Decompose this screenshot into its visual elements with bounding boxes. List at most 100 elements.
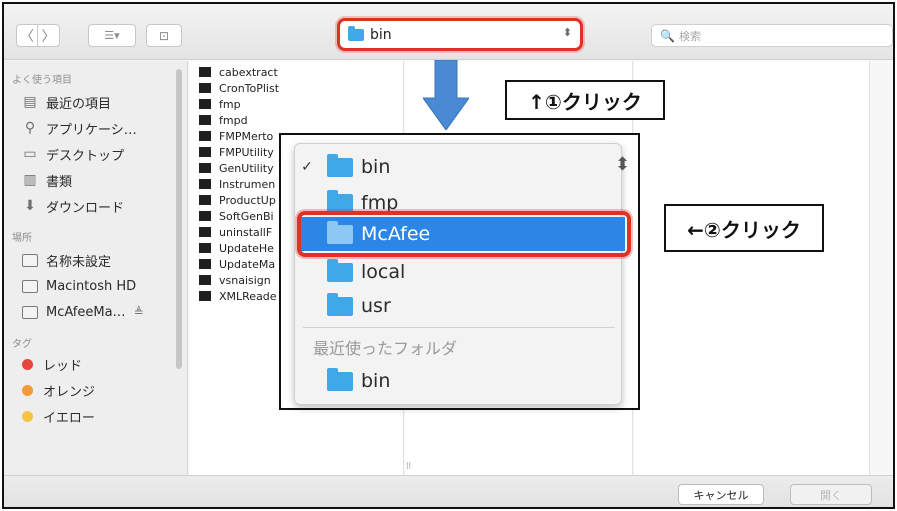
folder-icon bbox=[327, 367, 353, 391]
menu-item-local[interactable]: local bbox=[295, 255, 623, 289]
menu-item-label: usr bbox=[361, 295, 391, 317]
sidebar-item-label: 名称未設定 bbox=[46, 254, 112, 270]
executable-icon bbox=[199, 67, 211, 77]
sidebar-item-label: オレンジ bbox=[43, 384, 96, 400]
file-item[interactable]: Instrumen bbox=[199, 177, 275, 191]
search-placeholder: 検索 bbox=[678, 29, 701, 43]
executable-icon bbox=[199, 163, 211, 173]
file-item[interactable]: ProductUp bbox=[199, 193, 276, 207]
file-item[interactable]: XMLReade bbox=[199, 289, 277, 303]
executable-icon bbox=[199, 275, 211, 285]
highlight-ring bbox=[297, 211, 631, 257]
back-button[interactable]: 〈 bbox=[16, 24, 38, 47]
executable-icon bbox=[199, 195, 211, 205]
file-item[interactable]: cabextract bbox=[199, 65, 278, 79]
menu-separator bbox=[303, 327, 615, 328]
popup-callout-frame: ⬍ ✓ bin fmp McAfee local usr 最近使ったフォルダ b… bbox=[279, 133, 640, 410]
sidebar-item-downloads[interactable]: ⬇ ダウンロード bbox=[22, 195, 124, 217]
menu-item-recent-bin[interactable]: bin bbox=[295, 364, 623, 398]
search-icon: 🔍 bbox=[660, 28, 675, 43]
sidebar-item-applications[interactable]: ⚲ アプリケーシ… bbox=[22, 117, 137, 139]
new-folder-button[interactable]: ⊡ bbox=[146, 24, 182, 47]
empty-column bbox=[634, 61, 870, 475]
sidebar-section-favorites: よく使う項目 bbox=[12, 75, 72, 86]
file-item[interactable]: FMPMerto bbox=[199, 129, 273, 143]
sidebar-item-tag-red[interactable]: レッド bbox=[22, 353, 82, 375]
recent-folders-header: 最近使ったフォルダ bbox=[313, 339, 458, 358]
file-item[interactable]: CronToPlist bbox=[199, 81, 279, 95]
disk-icon bbox=[22, 305, 38, 319]
eject-icon[interactable]: ≜ bbox=[134, 305, 144, 319]
forward-button[interactable]: 〉 bbox=[38, 24, 60, 47]
executable-icon bbox=[199, 83, 211, 93]
desktop-icon: ▭ bbox=[23, 146, 37, 162]
file-item[interactable]: UpdateMa bbox=[199, 257, 275, 271]
menu-item-usr[interactable]: usr bbox=[295, 289, 623, 323]
tag-dot-icon bbox=[22, 384, 33, 396]
file-item[interactable]: fmp bbox=[199, 97, 241, 111]
applications-icon: ⚲ bbox=[24, 120, 36, 136]
column-view-icon: ☰▾ bbox=[104, 29, 120, 42]
executable-icon bbox=[199, 179, 211, 189]
annotation-step-1: ↑①クリック bbox=[505, 80, 665, 120]
checkmark-icon: ✓ bbox=[301, 159, 313, 175]
disk-icon bbox=[22, 279, 38, 293]
menu-item-bin[interactable]: ✓ bin bbox=[295, 150, 623, 184]
sidebar-item-tag-yellow[interactable]: イエロー bbox=[22, 405, 95, 427]
executable-icon bbox=[199, 227, 211, 237]
executable-icon bbox=[199, 243, 211, 253]
sidebar-item-label: 最近の項目 bbox=[46, 96, 112, 112]
new-folder-icon: ⊡ bbox=[158, 28, 170, 43]
view-mode-button[interactable]: ☰▾ bbox=[88, 24, 136, 47]
sidebar-item-label: レッド bbox=[43, 358, 83, 374]
open-button[interactable]: 開く bbox=[790, 484, 872, 505]
toolbar: 〈 〉 ☰▾ ⊡ bin ⬍ 🔍 検索 bbox=[4, 4, 893, 60]
file-item[interactable]: fmpd bbox=[199, 113, 248, 127]
sidebar-item-label: イエロー bbox=[43, 410, 95, 426]
file-item[interactable]: UpdateHe bbox=[199, 241, 274, 255]
cancel-button[interactable]: キャンセル bbox=[678, 484, 764, 505]
file-item[interactable]: GenUtility bbox=[199, 161, 274, 175]
folder-icon bbox=[327, 258, 353, 282]
sidebar-item-label: デスクトップ bbox=[46, 148, 125, 164]
sidebar-item-macintosh-hd[interactable]: Macintosh HD bbox=[22, 275, 136, 297]
folder-icon bbox=[327, 292, 353, 316]
chevron-left-icon: 〈 bbox=[20, 28, 34, 45]
folder-icon bbox=[348, 25, 364, 41]
tag-dot-icon bbox=[22, 410, 33, 422]
folder-icon bbox=[327, 153, 353, 177]
executable-icon bbox=[199, 291, 211, 301]
sidebar-item-untitled[interactable]: 名称未設定 bbox=[22, 249, 111, 271]
sidebar-item-tag-orange[interactable]: オレンジ bbox=[22, 379, 95, 401]
file-item[interactable]: FMPUtility bbox=[199, 145, 274, 159]
sidebar-item-desktop[interactable]: ▭ デスクトップ bbox=[22, 143, 124, 165]
dialog-footer: キャンセル 開く bbox=[4, 475, 893, 507]
executable-icon bbox=[199, 259, 211, 269]
sidebar-item-recents[interactable]: ▤ 最近の項目 bbox=[22, 91, 111, 113]
sidebar-item-mcafee-volume[interactable]: McAfeeMa… ≜ bbox=[22, 301, 144, 323]
sidebar-item-label: ダウンロード bbox=[46, 200, 125, 216]
chevron-right-icon: 〉 bbox=[41, 28, 56, 45]
menu-item-label: bin bbox=[361, 156, 391, 178]
file-item[interactable]: vsnaisign bbox=[199, 273, 271, 287]
location-popup-button[interactable]: bin ⬍ bbox=[337, 18, 583, 51]
executable-icon bbox=[199, 115, 211, 125]
disk-icon bbox=[22, 253, 38, 267]
downloads-icon: ⬇ bbox=[24, 198, 36, 214]
recents-icon: ▤ bbox=[23, 94, 37, 110]
executable-icon bbox=[199, 211, 211, 221]
sidebar-section-tags: タグ bbox=[12, 339, 32, 350]
updown-chevron-icon: ⬍ bbox=[562, 26, 572, 39]
sidebar-scrollbar[interactable] bbox=[176, 69, 182, 369]
file-item[interactable]: SoftGenBi bbox=[199, 209, 274, 223]
folder-icon bbox=[327, 189, 353, 213]
sidebar-item-documents[interactable]: ▥ 書類 bbox=[22, 169, 72, 191]
documents-icon: ▥ bbox=[23, 172, 37, 188]
sidebar: よく使う項目 ▤ 最近の項目 ⚲ アプリケーシ… ▭ デスクトップ ▥ 書類 ⬇… bbox=[4, 61, 188, 475]
file-item[interactable]: uninstallF bbox=[199, 225, 272, 239]
column-resize-handle[interactable]: ll bbox=[406, 462, 411, 472]
executable-icon bbox=[199, 131, 211, 141]
search-field[interactable]: 🔍 検索 bbox=[651, 24, 893, 47]
executable-icon bbox=[199, 147, 211, 157]
annotation-step-2: ←②クリック bbox=[664, 204, 824, 252]
